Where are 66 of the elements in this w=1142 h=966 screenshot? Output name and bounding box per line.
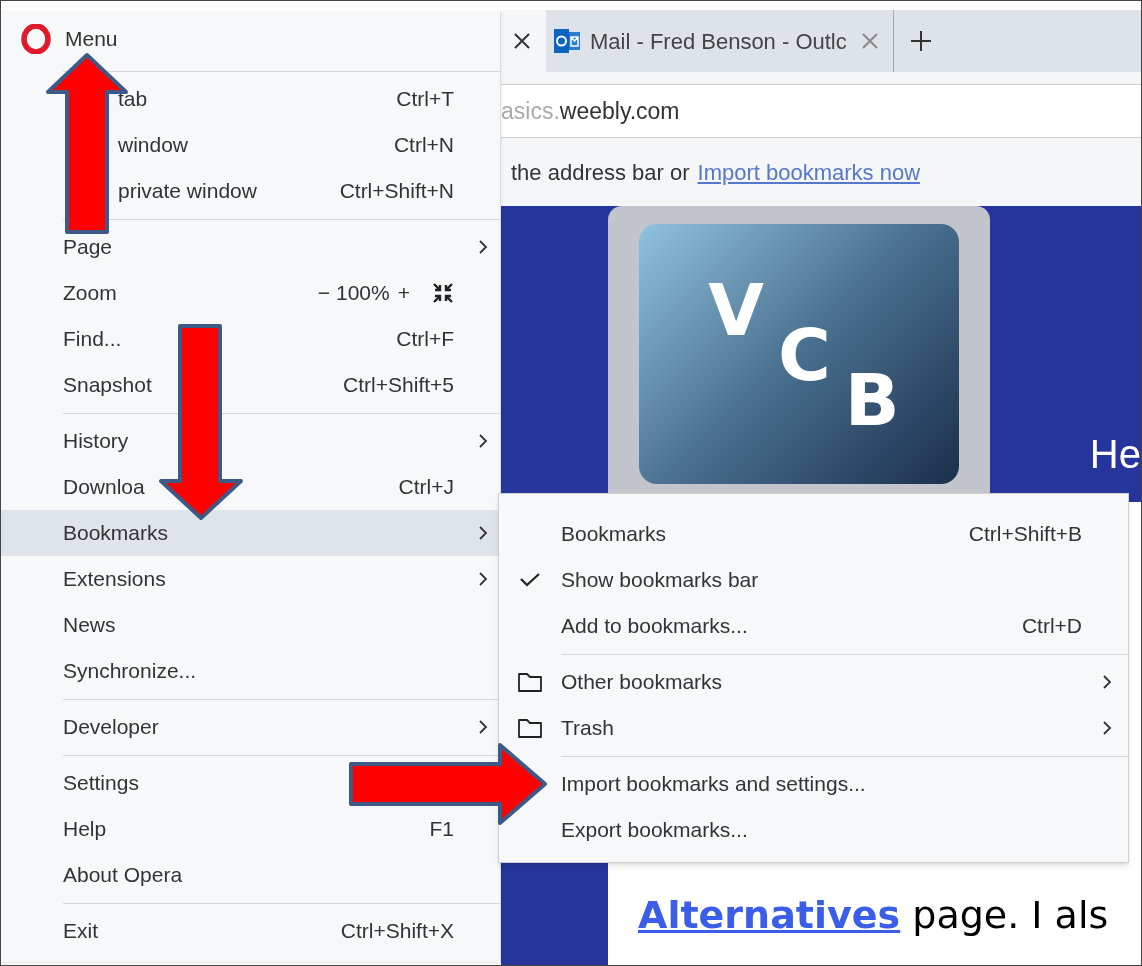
opera-logo-icon	[21, 23, 51, 54]
chevron-icon	[478, 433, 488, 449]
import-bookmarks-link[interactable]: Import bookmarks now	[697, 155, 921, 189]
shortcut-label: Ctrl+Shift+N	[339, 178, 454, 205]
chevron-icon	[1102, 720, 1112, 736]
mail-app-icon	[552, 27, 582, 55]
menu-item[interactable]: tab Ctrl+T	[1, 76, 500, 122]
menu-item[interactable]: Developer	[1, 704, 500, 750]
menu-item[interactable]: Help F1	[1, 806, 500, 852]
checkmark-icon	[519, 572, 541, 588]
shortcut-label: Ctrl+J	[398, 474, 454, 501]
shortcut-label: Ctrl+Shift+X	[340, 918, 454, 945]
shortcut-label: F1	[429, 816, 454, 843]
shortcut-label: Ctrl+D	[1021, 613, 1082, 640]
page-text: Alternatives page. I als	[638, 893, 1109, 937]
chevron-icon	[1102, 674, 1112, 690]
shortcut-label: Ctrl+N	[393, 132, 454, 159]
folder-icon	[517, 671, 543, 693]
menu-item[interactable]: Find... Ctrl+F	[1, 316, 500, 362]
submenu-item[interactable]: Trash	[499, 705, 1128, 751]
arrow-icon	[158, 323, 244, 521]
alternatives-link[interactable]: Alternatives	[638, 893, 901, 937]
menu-item[interactable]: History	[1, 418, 500, 464]
logo-letter: B	[844, 364, 900, 444]
close-icon[interactable]	[513, 32, 531, 50]
address-bar[interactable]: asics.weebly.com	[501, 84, 1141, 138]
menu-item[interactable]: Zoom − 100% +	[1, 270, 500, 316]
menu-item[interactable]: Page	[1, 224, 500, 270]
submenu-item[interactable]: Show bookmarks bar	[499, 557, 1128, 603]
chevron-icon	[478, 571, 488, 587]
folder-icon	[517, 717, 543, 739]
chevron-icon	[478, 525, 488, 541]
submenu-item[interactable]: Export bookmarks...	[499, 807, 1128, 853]
bookmarks-hint: the address bar or	[511, 158, 690, 187]
chevron-icon	[478, 239, 488, 255]
submenu-item[interactable]: Other bookmarks	[499, 659, 1128, 705]
menu-item[interactable]: Settings	[1, 760, 348, 806]
menu-title: Menu	[65, 25, 118, 52]
collapse-icon[interactable]	[432, 282, 454, 304]
menu-item[interactable]: News	[1, 602, 348, 648]
menu-item[interactable]: About Opera	[1, 852, 348, 898]
zoom-level: 100%	[336, 280, 390, 307]
logo-letter: C	[777, 319, 831, 399]
tab-title: Mail - Fred Benson - Outlc	[590, 27, 847, 56]
address-text: asics.weebly.com	[501, 96, 680, 126]
new-tab-icon[interactable]	[909, 30, 932, 52]
menu-item[interactable]: Exit Ctrl+Shift+X	[1, 908, 500, 954]
menu-item[interactable]: private window Ctrl+Shift+N	[1, 168, 500, 214]
menu-item[interactable]: Bookmarks	[1, 510, 500, 556]
zoom-out-button[interactable]: −	[317, 277, 330, 309]
submenu-item[interactable]: Add to bookmarks... Ctrl+D	[499, 603, 1128, 649]
menu-item[interactable]: Snapshot Ctrl+Shift+5	[1, 362, 500, 408]
page-heading: He	[1089, 434, 1141, 478]
shortcut-label: Ctrl+Shift+B	[968, 521, 1082, 548]
menu-item[interactable]: window Ctrl+N	[1, 122, 500, 168]
menu-item[interactable]: Synchronize...	[1, 648, 348, 694]
shortcut-label: Ctrl+T	[396, 86, 454, 113]
chevron-icon	[478, 719, 488, 735]
browser-tab[interactable]	[501, 10, 546, 72]
logo-letter: V	[708, 274, 764, 354]
shortcut-label: Ctrl+F	[396, 326, 454, 353]
shortcut-label: Ctrl+Shift+5	[343, 372, 454, 399]
menu-item[interactable]: Downloa Ctrl+J	[1, 464, 500, 510]
submenu-item[interactable]: Bookmarks Ctrl+Shift+B	[499, 511, 1128, 557]
zoom-in-button[interactable]: +	[397, 277, 410, 309]
menu-item[interactable]: Extensions	[1, 556, 500, 602]
